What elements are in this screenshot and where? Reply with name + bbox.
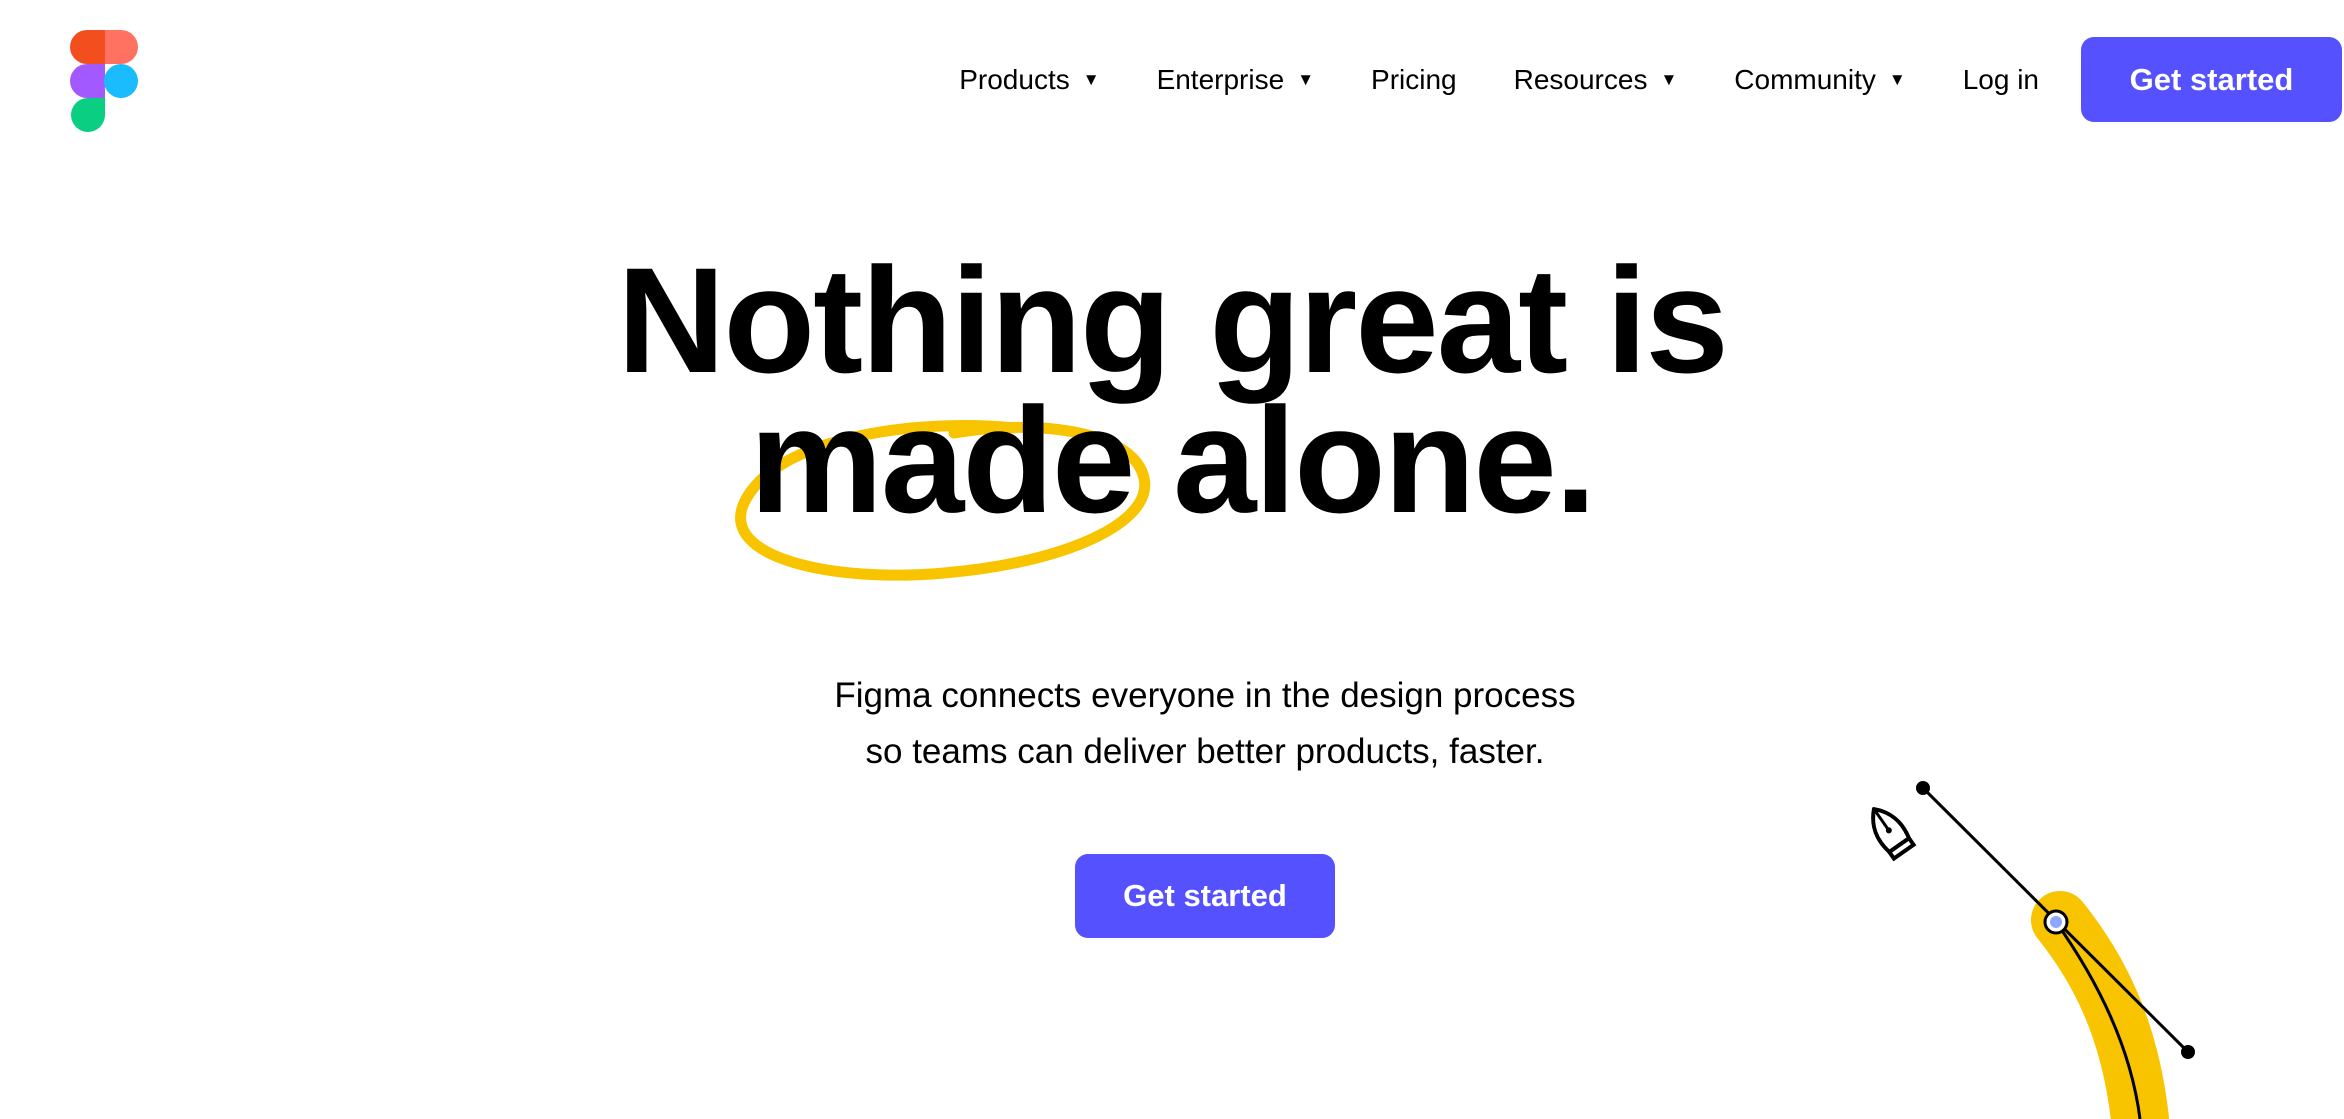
top-navigation: Products ▼ Enterprise ▼ Pricing Resource… [959,37,2342,122]
subheading-line-1: Figma connects everyone in the design pr… [834,676,1576,715]
headline-line-1: Nothing great is [617,236,1729,404]
nav-item-label: Products [959,63,1070,95]
caret-down-icon: ▼ [1082,69,1100,89]
nav-item-pricing[interactable]: Pricing [1371,64,1457,96]
landing-page: Products ▼ Enterprise ▼ Pricing Resource… [0,0,2344,1119]
nav-item-label: Community [1734,63,1876,95]
headline-line-2: made alone. [0,385,2344,581]
headline-line-2-rest: alone. [1133,376,1596,544]
hero-get-started-button[interactable]: Get started [1075,854,1335,938]
highlight-word-text: made [749,376,1136,544]
nav-item-label: Enterprise [1156,63,1285,95]
nav-item-enterprise[interactable]: Enterprise ▼ [1157,64,1314,96]
nav-item-products[interactable]: Products ▼ [959,64,1099,96]
nav-item-community[interactable]: Community ▼ [1734,64,1905,96]
pen-tool-decoration [1871,781,2195,1119]
pen-tool-icon [1871,807,1917,862]
hero-subheading: Figma connects everyone in the design pr… [0,668,2344,780]
hero-headline: Nothing great is made alone. [0,236,2344,581]
nav-item-label: Pricing [1371,63,1457,95]
caret-down-icon: ▼ [1297,69,1315,89]
headline-highlight: made [734,385,1150,581]
nav-get-started-button[interactable]: Get started [2081,37,2342,122]
login-link[interactable]: Log in [1963,64,2039,96]
nav-item-resources[interactable]: Resources ▼ [1514,64,1678,96]
figma-logo-icon[interactable] [69,30,141,132]
caret-down-icon: ▼ [1888,69,1906,89]
nav-item-label: Resources [1513,63,1648,95]
caret-down-icon: ▼ [1660,69,1678,89]
